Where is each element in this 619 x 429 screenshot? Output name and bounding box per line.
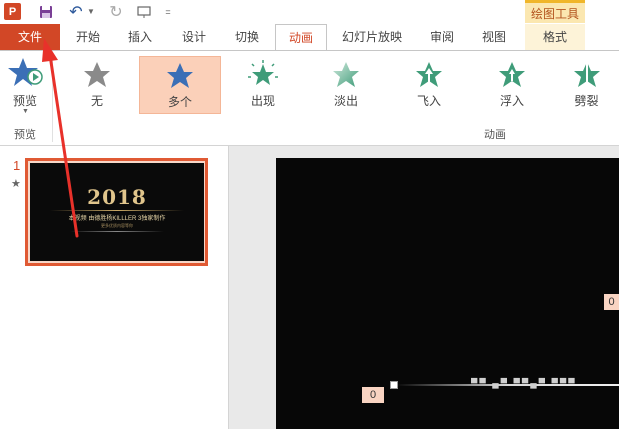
star-split-green-icon (573, 62, 600, 87)
animation-label: 飞入 (416, 94, 441, 108)
animation-label: 无 (90, 94, 103, 108)
tab-view[interactable]: 视图 (468, 24, 520, 50)
tab-home[interactable]: 开始 (62, 24, 114, 50)
animation-appear[interactable]: 出现 (222, 56, 304, 114)
slide-animation-star-icon: ★ (11, 178, 21, 190)
group-divider (52, 54, 53, 142)
undo-icon[interactable]: ↶ (68, 3, 84, 21)
slide-canvas[interactable]: ▀▀ ▄▀ ▀▀▄▀ ▀▀▀ (276, 158, 619, 429)
animation-order-tag[interactable]: 0 (362, 387, 384, 403)
tab-format[interactable]: 格式 (525, 24, 585, 50)
tab-design[interactable]: 设计 (168, 24, 220, 50)
star-flyin-green-icon (416, 62, 442, 87)
star-float-green-icon (499, 62, 525, 87)
animation-label: 多个 (167, 95, 192, 109)
slide-thumbnail[interactable]: 2018 本视频 由德胜杨KILLLER 3独家制作 更多优质内容等你 (30, 163, 204, 261)
customize-qat-icon[interactable]: = (163, 3, 173, 20)
animation-none[interactable]: 无 (56, 56, 138, 114)
thumbnail-subtitle-2: 更多优质内容等你 (101, 223, 133, 228)
ribbon-tabs: 文件 开始 插入 设计 切换 动画 幻灯片放映 审阅 视图 格式 (0, 24, 619, 51)
animation-float-in[interactable]: 浮入 (471, 56, 553, 114)
animation-label: 出现 (250, 94, 275, 108)
tab-transitions[interactable]: 切换 (221, 24, 273, 50)
animation-order-tag[interactable]: 0 (604, 294, 619, 310)
tab-review[interactable]: 审阅 (416, 24, 468, 50)
animation-split[interactable]: 劈裂 (554, 56, 619, 114)
tab-insert[interactable]: 插入 (114, 24, 166, 50)
preview-label: 预览 (12, 94, 37, 108)
star-burst-green-icon (248, 60, 278, 85)
preview-dropdown-icon[interactable]: ▼ (22, 108, 29, 115)
star-blue-icon (167, 63, 193, 88)
selection-handle[interactable] (390, 381, 398, 389)
decorative-line (70, 231, 164, 232)
powerpoint-logo-icon: P (4, 3, 21, 20)
thumbnail-year-text: 2018 (87, 185, 147, 209)
animation-fade[interactable]: 淡出 (305, 56, 387, 114)
animation-fly-in[interactable]: 飞入 (388, 56, 470, 114)
animation-gallery: 无 多个 出现 淡出 飞入 浮入 劈裂 (56, 56, 619, 116)
group-label-animation: 动画 (484, 129, 506, 141)
preview-star-icon (8, 58, 43, 86)
tab-slideshow[interactable]: 幻灯片放映 (333, 24, 411, 50)
slide-number: 1 (13, 158, 21, 173)
thumbnail-subtitle: 本视频 由德胜杨KILLLER 3独家制作 (68, 216, 166, 222)
start-slideshow-icon[interactable] (136, 3, 152, 20)
scrolling-text-shape[interactable]: ▀▀ ▄▀ ▀▀▄▀ ▀▀▀ (471, 378, 591, 388)
redo-icon[interactable]: ↻ (108, 3, 124, 21)
drawing-tools-context-label: 绘图工具 (525, 0, 585, 23)
decorative-line (50, 210, 184, 211)
group-label-preview: 预览 (14, 129, 36, 141)
tab-file[interactable]: 文件 (0, 24, 60, 50)
animation-label: 浮入 (499, 94, 524, 108)
animation-multiple[interactable]: 多个 (139, 56, 221, 114)
star-gray-icon (84, 62, 110, 87)
save-icon[interactable] (38, 3, 54, 20)
star-fade-green-icon (333, 62, 359, 87)
undo-dropdown-icon[interactable]: ▼ (87, 3, 95, 20)
animation-label: 劈裂 (574, 94, 599, 108)
tab-animation[interactable]: 动画 (275, 24, 327, 51)
animation-label: 淡出 (333, 94, 358, 108)
